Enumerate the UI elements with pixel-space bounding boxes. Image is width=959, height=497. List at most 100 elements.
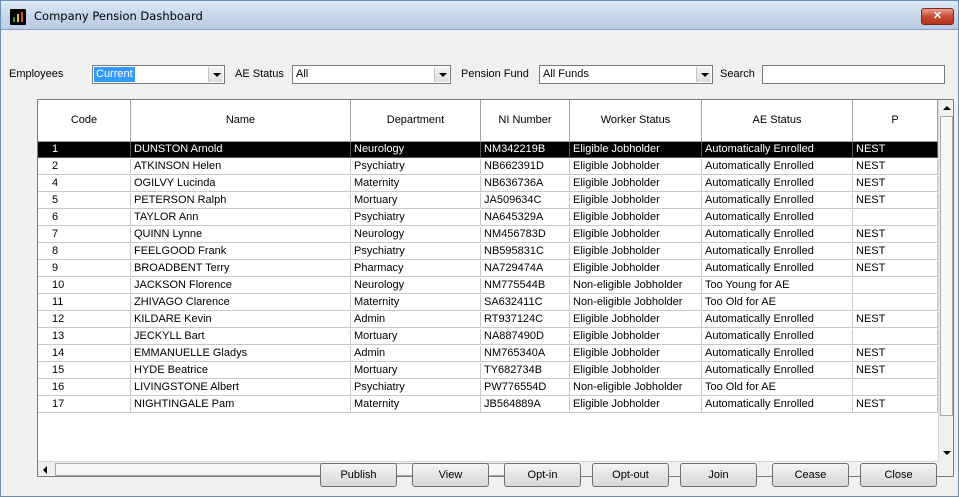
cell-department: Pharmacy bbox=[351, 261, 481, 277]
cell-ae-status: Automatically Enrolled bbox=[702, 210, 853, 226]
cell-ae-status: Automatically Enrolled bbox=[702, 176, 853, 192]
cell-ni-number: NM765340A bbox=[481, 346, 570, 362]
cell-code: 10 bbox=[38, 278, 131, 294]
column-header-ni-number[interactable]: NI Number bbox=[481, 100, 570, 142]
employees-dropdown[interactable]: Current bbox=[92, 65, 225, 84]
view-button[interactable]: View bbox=[412, 463, 489, 487]
employees-label: Employees bbox=[9, 68, 64, 80]
table-row[interactable]: 6 TAYLOR Ann Psychiatry NA645329A Eligible J… bbox=[38, 210, 938, 226]
table-row[interactable]: 14 EMMANUELLE Gladys Admin NM765340A Eligibl… bbox=[38, 346, 938, 362]
cell-ni-number: NM456783D bbox=[481, 227, 570, 243]
cell-worker-status: Eligible Jobholder bbox=[570, 312, 702, 328]
cell-name: KILDARE Kevin bbox=[131, 312, 351, 328]
cell-ni-number: NM342219B bbox=[481, 142, 570, 158]
cell-worker-status: Eligible Jobholder bbox=[570, 227, 702, 243]
employee-grid[interactable]: Code Name Department NI Number Worker Status… bbox=[37, 99, 954, 477]
vertical-scrollbar[interactable] bbox=[938, 100, 953, 461]
cell-ae-status: Automatically Enrolled bbox=[702, 244, 853, 260]
cell-worker-status: Eligible Jobholder bbox=[570, 346, 702, 362]
scroll-down-arrow-icon[interactable] bbox=[939, 445, 953, 461]
cell-name: DUNSTON Arnold bbox=[131, 142, 351, 158]
table-row[interactable]: 1 DUNSTON Arnold Neurology NM342219B Eligibl… bbox=[38, 142, 938, 158]
cell-pension-fund: NEST bbox=[853, 176, 938, 192]
column-header-name[interactable]: Name bbox=[131, 100, 351, 142]
cell-ae-status: Automatically Enrolled bbox=[702, 193, 853, 209]
cell-ae-status: Automatically Enrolled bbox=[702, 159, 853, 175]
cell-department: Maternity bbox=[351, 397, 481, 413]
cell-code: 7 bbox=[38, 227, 131, 243]
column-header-ae-status[interactable]: AE Status bbox=[702, 100, 853, 142]
cell-code: 2 bbox=[38, 159, 131, 175]
join-button[interactable]: Join bbox=[680, 463, 757, 487]
opt-out-button[interactable]: Opt-out bbox=[592, 463, 669, 487]
table-row[interactable]: 13 JECKYLL Bart Mortuary NA887490D Eligible … bbox=[38, 329, 938, 345]
cell-worker-status: Non-eligible Jobholder bbox=[570, 278, 702, 294]
table-row[interactable]: 9 BROADBENT Terry Pharmacy NA729474A Eligibl… bbox=[38, 261, 938, 277]
table-row[interactable]: 10 JACKSON Florence Neurology NM775544B Non-… bbox=[38, 278, 938, 294]
opt-in-button[interactable]: Opt-in bbox=[504, 463, 581, 487]
cell-department: Mortuary bbox=[351, 193, 481, 209]
table-row[interactable]: 15 HYDE Beatrice Mortuary TY682734B Eligible… bbox=[38, 363, 938, 379]
scroll-corner bbox=[938, 461, 953, 476]
cell-ni-number: PW776554D bbox=[481, 380, 570, 396]
cell-ae-status: Automatically Enrolled bbox=[702, 397, 853, 413]
scroll-up-arrow-icon[interactable] bbox=[939, 100, 953, 116]
search-input[interactable] bbox=[762, 65, 945, 84]
cell-code: 11 bbox=[38, 295, 131, 311]
cell-code: 5 bbox=[38, 193, 131, 209]
vertical-scroll-thumb[interactable] bbox=[940, 116, 953, 416]
ae-status-dropdown[interactable]: All bbox=[292, 65, 451, 84]
cell-code: 9 bbox=[38, 261, 131, 277]
table-row[interactable]: 7 QUINN Lynne Neurology NM456783D Eligible J… bbox=[38, 227, 938, 243]
window-close-button[interactable]: ✕ bbox=[921, 8, 954, 25]
cell-pension-fund bbox=[853, 295, 938, 311]
cell-code: 6 bbox=[38, 210, 131, 226]
table-row[interactable]: 8 FEELGOOD Frank Psychiatry NB595831C Eligib… bbox=[38, 244, 938, 260]
cell-pension-fund: NEST bbox=[853, 193, 938, 209]
cell-pension-fund: NEST bbox=[853, 227, 938, 243]
cell-name: HYDE Beatrice bbox=[131, 363, 351, 379]
table-row[interactable]: 5 PETERSON Ralph Mortuary JA509634C Eligible… bbox=[38, 193, 938, 209]
column-header-pension-fund[interactable]: P bbox=[853, 100, 938, 142]
cell-department: Psychiatry bbox=[351, 210, 481, 226]
cell-department: Mortuary bbox=[351, 363, 481, 379]
cease-button[interactable]: Cease bbox=[772, 463, 849, 487]
cell-department: Mortuary bbox=[351, 329, 481, 345]
cell-ni-number: JB564889A bbox=[481, 397, 570, 413]
chevron-down-icon[interactable] bbox=[696, 67, 711, 82]
column-header-code[interactable]: Code bbox=[38, 100, 131, 142]
cell-ae-status: Automatically Enrolled bbox=[702, 312, 853, 328]
table-row[interactable]: 4 OGILVY Lucinda Maternity NB636736A Eligibl… bbox=[38, 176, 938, 192]
table-row[interactable]: 2 ATKINSON Helen Psychiatry NB662391D Eligib… bbox=[38, 159, 938, 175]
cell-code: 15 bbox=[38, 363, 131, 379]
column-header-worker-status[interactable]: Worker Status bbox=[570, 100, 702, 142]
chevron-down-icon[interactable] bbox=[434, 67, 449, 82]
cell-worker-status: Non-eligible Jobholder bbox=[570, 380, 702, 396]
table-row[interactable]: 12 KILDARE Kevin Admin RT937124C Eligible Jo… bbox=[38, 312, 938, 328]
cell-pension-fund: NEST bbox=[853, 142, 938, 158]
table-row[interactable]: 16 LIVINGSTONE Albert Psychiatry PW776554D N… bbox=[38, 380, 938, 396]
table-row[interactable]: 17 NIGHTINGALE Pam Maternity JB564889A Eligi… bbox=[38, 397, 938, 413]
chevron-down-icon[interactable] bbox=[208, 67, 223, 82]
cell-name: PETERSON Ralph bbox=[131, 193, 351, 209]
pension-fund-label: Pension Fund bbox=[461, 68, 529, 80]
cell-ae-status: Too Young for AE bbox=[702, 278, 853, 294]
cell-ni-number: NM775544B bbox=[481, 278, 570, 294]
cell-ni-number: SA632411C bbox=[481, 295, 570, 311]
cell-ni-number: NA645329A bbox=[481, 210, 570, 226]
cell-name: ATKINSON Helen bbox=[131, 159, 351, 175]
publish-button[interactable]: Publish bbox=[320, 463, 397, 487]
scroll-left-arrow-icon[interactable] bbox=[38, 462, 54, 476]
cell-code: 4 bbox=[38, 176, 131, 192]
cell-pension-fund: NEST bbox=[853, 346, 938, 362]
close-button[interactable]: Close bbox=[860, 463, 937, 487]
cell-ae-status: Automatically Enrolled bbox=[702, 346, 853, 362]
window-title: Company Pension Dashboard bbox=[34, 9, 203, 23]
cell-worker-status: Eligible Jobholder bbox=[570, 142, 702, 158]
search-label: Search bbox=[720, 68, 755, 80]
table-row[interactable]: 11 ZHIVAGO Clarence Maternity SA632411C Non-… bbox=[38, 295, 938, 311]
cell-worker-status: Eligible Jobholder bbox=[570, 210, 702, 226]
column-header-department[interactable]: Department bbox=[351, 100, 481, 142]
pension-fund-dropdown[interactable]: All Funds bbox=[539, 65, 713, 84]
grid-header: Code Name Department NI Number Worker Status… bbox=[38, 100, 938, 142]
